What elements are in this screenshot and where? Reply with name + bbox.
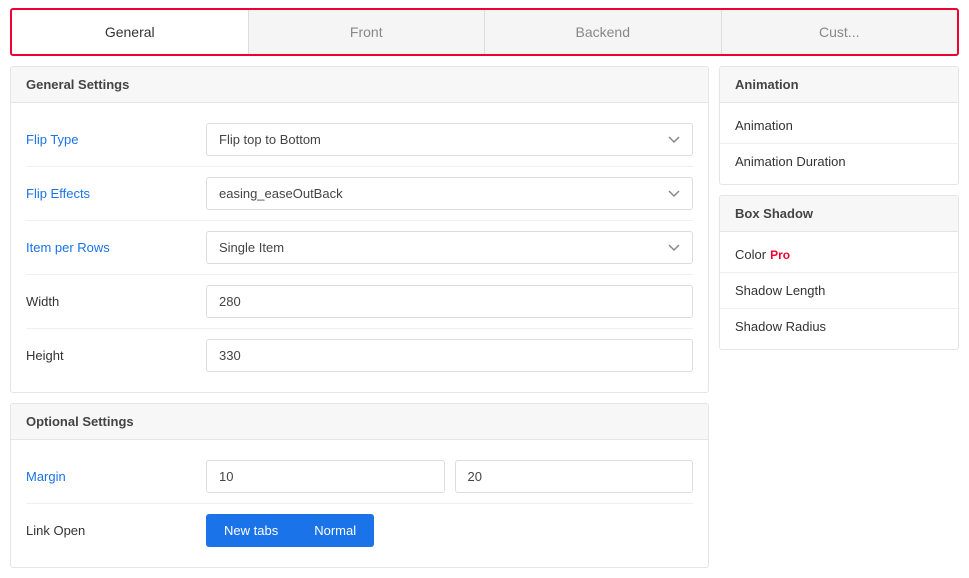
tabs-bar: General Front Backend Cust... bbox=[10, 8, 959, 56]
margin-input-2[interactable] bbox=[455, 460, 694, 493]
new-tabs-button[interactable]: New tabs bbox=[206, 514, 296, 547]
margin-row: Margin bbox=[26, 450, 693, 504]
height-control bbox=[206, 339, 693, 372]
general-settings-section: General Settings Flip Type Flip top to B… bbox=[10, 66, 709, 393]
animation-body: Animation Animation Duration bbox=[720, 103, 958, 184]
margin-label: Margin bbox=[26, 469, 206, 484]
animation-header: Animation bbox=[720, 67, 958, 103]
item-per-rows-label: Item per Rows bbox=[26, 240, 206, 255]
box-shadow-header: Box Shadow bbox=[720, 196, 958, 232]
animation-item[interactable]: Animation bbox=[720, 108, 958, 144]
height-label: Height bbox=[26, 348, 206, 363]
normal-button[interactable]: Normal bbox=[296, 514, 374, 547]
shadow-radius-item[interactable]: Shadow Radius bbox=[720, 309, 958, 344]
box-shadow-body: Color Pro Shadow Length Shadow Radius bbox=[720, 232, 958, 349]
main-layout: General Settings Flip Type Flip top to B… bbox=[0, 56, 969, 578]
optional-settings-body: Margin Link Open New bbox=[11, 440, 708, 567]
box-shadow-section: Box Shadow Color Pro Shadow Length Shado… bbox=[719, 195, 959, 350]
width-row: Width bbox=[26, 275, 693, 329]
item-per-rows-select[interactable]: Single Item 2 Items 3 Items 4 Items bbox=[206, 231, 693, 264]
tab-backend[interactable]: Backend bbox=[485, 10, 722, 54]
app-container: General Front Backend Cust... General Se… bbox=[0, 0, 969, 578]
width-control bbox=[206, 285, 693, 318]
margin-fields bbox=[206, 460, 693, 493]
link-open-button-group: New tabs Normal bbox=[206, 514, 693, 547]
flip-type-row: Flip Type Flip top to Bottom Flip left t… bbox=[26, 113, 693, 167]
margin-control bbox=[206, 460, 693, 493]
item-per-rows-row: Item per Rows Single Item 2 Items 3 Item… bbox=[26, 221, 693, 275]
link-open-row: Link Open New tabs Normal bbox=[26, 504, 693, 557]
general-settings-body: Flip Type Flip top to Bottom Flip left t… bbox=[11, 103, 708, 392]
margin-input-1[interactable] bbox=[206, 460, 445, 493]
width-label: Width bbox=[26, 294, 206, 309]
left-panel: General Settings Flip Type Flip top to B… bbox=[10, 66, 709, 568]
flip-type-label: Flip Type bbox=[26, 132, 206, 147]
flip-effects-select[interactable]: easing_easeOutBack easing_easeInBack lin… bbox=[206, 177, 693, 210]
tab-general[interactable]: General bbox=[12, 10, 249, 54]
item-per-rows-control: Single Item 2 Items 3 Items 4 Items bbox=[206, 231, 693, 264]
optional-settings-header: Optional Settings bbox=[11, 404, 708, 440]
flip-effects-control: easing_easeOutBack easing_easeInBack lin… bbox=[206, 177, 693, 210]
general-settings-header: General Settings bbox=[11, 67, 708, 103]
tab-front[interactable]: Front bbox=[249, 10, 486, 54]
color-item[interactable]: Color Pro bbox=[720, 237, 958, 273]
right-panel: Animation Animation Animation Duration B… bbox=[719, 66, 959, 568]
flip-effects-row: Flip Effects easing_easeOutBack easing_e… bbox=[26, 167, 693, 221]
height-input[interactable] bbox=[206, 339, 693, 372]
flip-type-select[interactable]: Flip top to Bottom Flip left to Right Fl… bbox=[206, 123, 693, 156]
animation-section: Animation Animation Animation Duration bbox=[719, 66, 959, 185]
flip-effects-label: Flip Effects bbox=[26, 186, 206, 201]
height-row: Height bbox=[26, 329, 693, 382]
animation-duration-item[interactable]: Animation Duration bbox=[720, 144, 958, 179]
width-input[interactable] bbox=[206, 285, 693, 318]
link-open-control: New tabs Normal bbox=[206, 514, 693, 547]
shadow-length-item[interactable]: Shadow Length bbox=[720, 273, 958, 309]
link-open-label: Link Open bbox=[26, 523, 206, 538]
tab-custom[interactable]: Cust... bbox=[722, 10, 958, 54]
flip-type-control: Flip top to Bottom Flip left to Right Fl… bbox=[206, 123, 693, 156]
optional-settings-section: Optional Settings Margin bbox=[10, 403, 709, 568]
